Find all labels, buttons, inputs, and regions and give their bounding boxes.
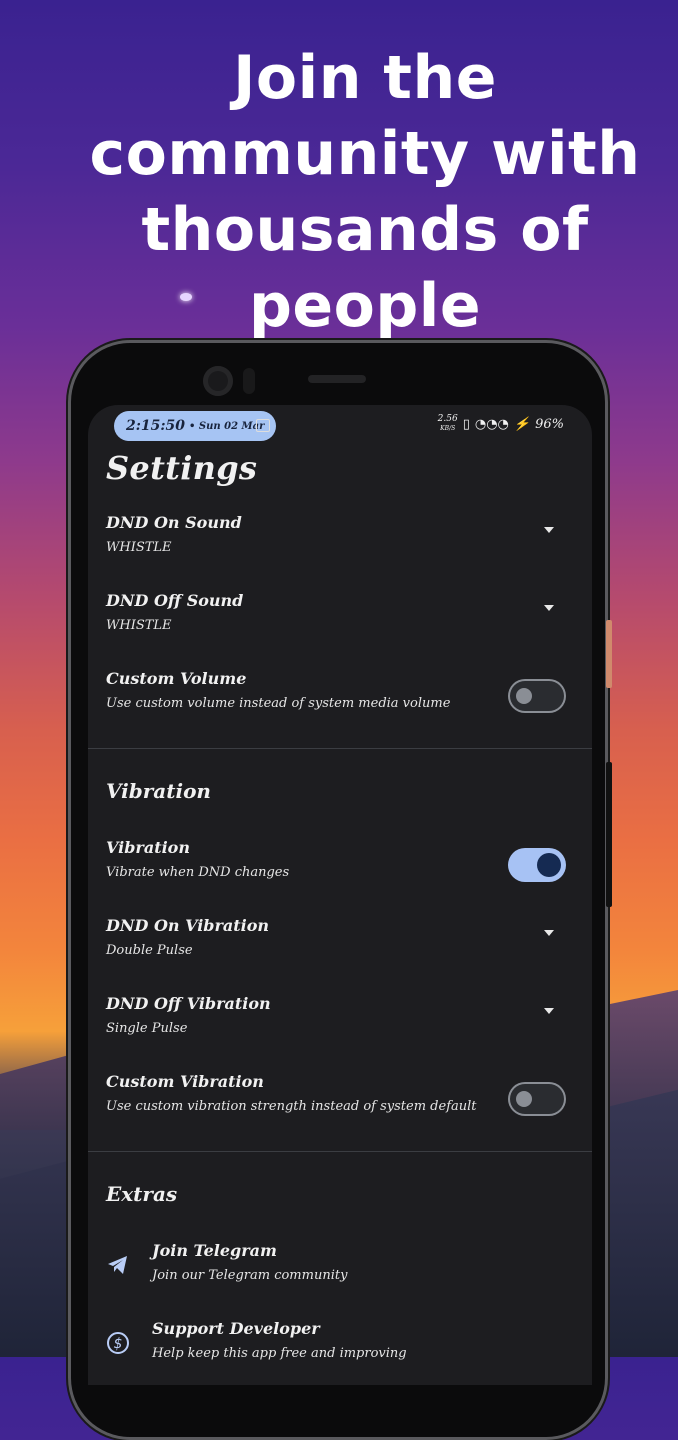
telegram-icon [106, 1253, 130, 1277]
vibrate-icon: ▯ [462, 416, 470, 432]
extra-join-telegram[interactable]: Join Telegram Join our Telegram communit… [152, 1241, 572, 1283]
phone-volume-button [606, 762, 612, 907]
sensor [243, 368, 255, 394]
battery-level: 96% [535, 416, 564, 432]
network-speed: 2.56 KB/S [437, 414, 458, 433]
divider [88, 748, 592, 749]
custom-volume-toggle[interactable] [508, 679, 566, 713]
chevron-down-icon [544, 930, 554, 936]
setting-dnd-off-sound[interactable]: DND Off Sound WHISTLE [106, 591, 574, 633]
setting-dnd-off-vibration[interactable]: DND Off Vibration Single Pulse [106, 994, 574, 1036]
status-icons: 2.56 KB/S ▯ ◔◔◔ ⚡ 96% [438, 415, 564, 433]
phone-side-button [606, 620, 612, 688]
extra-support-developer[interactable]: Support Developer Help keep this app fre… [152, 1319, 572, 1361]
decorative-star [180, 293, 192, 301]
vibration-toggle[interactable] [508, 848, 566, 882]
chevron-down-icon [544, 1008, 554, 1014]
gallery-icon [256, 419, 270, 432]
status-time: 2:15:50 [126, 418, 186, 434]
signal-icon: ◔◔◔ [474, 416, 509, 432]
section-extras-title: Extras [106, 1182, 178, 1206]
svg-text:$: $ [114, 1336, 123, 1352]
promo-headline: Join the community with thousands of peo… [89, 43, 641, 341]
setting-dnd-on-vibration[interactable]: DND On Vibration Double Pulse [106, 916, 574, 958]
setting-dnd-on-sound[interactable]: DND On Sound WHISTLE [106, 513, 574, 555]
status-date: • Sun 02 Mar [189, 420, 265, 432]
setting-vibration: Vibration Vibrate when DND changes [106, 838, 574, 882]
setting-custom-vibration: Custom Vibration Use custom vibration st… [106, 1072, 574, 1116]
dollar-circle-icon: $ [106, 1331, 130, 1355]
page-title: Settings [106, 449, 258, 487]
chevron-down-icon [544, 605, 554, 611]
chevron-down-icon [544, 527, 554, 533]
status-clock-pill: 2:15:50 • Sun 02 Mar [114, 411, 277, 441]
divider [88, 1151, 592, 1152]
camera-icon [203, 366, 233, 396]
phone-screen: 2:15:50 • Sun 02 Mar 2.56 KB/S ▯ ◔◔◔ ⚡ 9… [88, 405, 592, 1385]
charging-icon: ⚡ [513, 416, 531, 432]
section-vibration-title: Vibration [106, 779, 211, 803]
setting-custom-volume: Custom Volume Use custom volume instead … [106, 669, 574, 713]
custom-vibration-toggle[interactable] [508, 1082, 566, 1116]
earpiece-speaker [308, 375, 366, 383]
